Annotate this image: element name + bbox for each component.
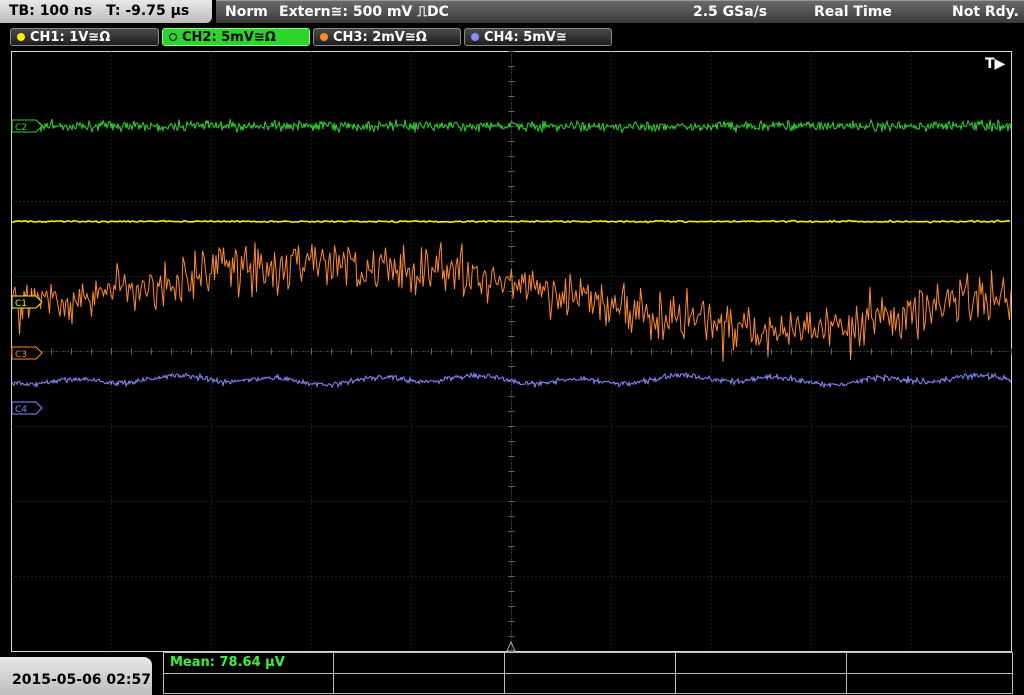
ch2-color-dot	[169, 33, 177, 41]
ch2-tab-label: CH2: 5mV≅Ω	[182, 30, 276, 45]
mean-measurement: Mean: 78.64 µV	[170, 655, 285, 670]
measurement-table-divider	[163, 673, 1013, 674]
ch2-marker-label: C2	[15, 123, 27, 133]
ch4-marker-label: C4	[15, 405, 27, 415]
channel-tab-ch3[interactable]: CH3: 2mV≅Ω	[313, 28, 461, 46]
ch1-offset-marker[interactable]: C1	[11, 295, 43, 309]
trigger-time-label: T: -9.75 µs	[106, 3, 190, 19]
ch4-offset-marker[interactable]: C4	[11, 401, 43, 415]
trigger-info-bar[interactable]: Norm Extern≅: 500 mV ⎍DC 2.5 GSa/s Real …	[216, 0, 1024, 23]
datetime-box: 2015-05-06 02:57	[0, 657, 152, 695]
sample-rate-label: 2.5 GSa/s	[693, 4, 768, 20]
timebase-box[interactable]: TB: 100 ns T: -9.75 µs	[0, 0, 212, 23]
trigger-position-indicator[interactable]: T▶	[985, 56, 1006, 72]
channel-tab-ch2[interactable]: CH2: 5mV≅Ω	[162, 28, 310, 46]
channel-tab-ch4[interactable]: CH4: 5mV≅	[464, 28, 612, 46]
timebase-label: TB: 100 ns	[9, 3, 93, 19]
acquisition-state-label: Not Rdy.	[952, 4, 1019, 20]
waveform-display[interactable]: C2 C1 C3 C4 T▶	[0, 48, 1024, 652]
channel-tab-ch1[interactable]: CH1: 1V≅Ω	[10, 28, 159, 46]
ch3-offset-marker[interactable]: C3	[11, 346, 43, 360]
trigger-mode-label: Norm	[225, 4, 268, 20]
ch4-tab-label: CH4: 5mV≅	[484, 30, 567, 45]
ch1-marker-label: C1	[15, 299, 27, 309]
status-bar: TB: 100 ns T: -9.75 µs Norm Extern≅: 500 …	[0, 0, 1024, 24]
datetime-label: 2015-05-06 02:57	[12, 672, 151, 688]
ch1-color-dot	[17, 33, 25, 41]
ch3-tab-label: CH3: 2mV≅Ω	[333, 30, 427, 45]
ch4-color-dot	[471, 33, 479, 41]
ch3-color-dot	[320, 33, 328, 41]
measurement-table[interactable]: Mean: 78.64 µV	[163, 652, 1013, 694]
trigger-source-label: Extern≅: 500 mV ⎍DC	[279, 4, 449, 20]
ch3-marker-label: C3	[15, 350, 27, 360]
ch2-offset-marker[interactable]: C2	[11, 119, 43, 133]
acquisition-mode-label: Real Time	[814, 4, 892, 20]
ch1-tab-label: CH1: 1V≅Ω	[30, 30, 111, 45]
